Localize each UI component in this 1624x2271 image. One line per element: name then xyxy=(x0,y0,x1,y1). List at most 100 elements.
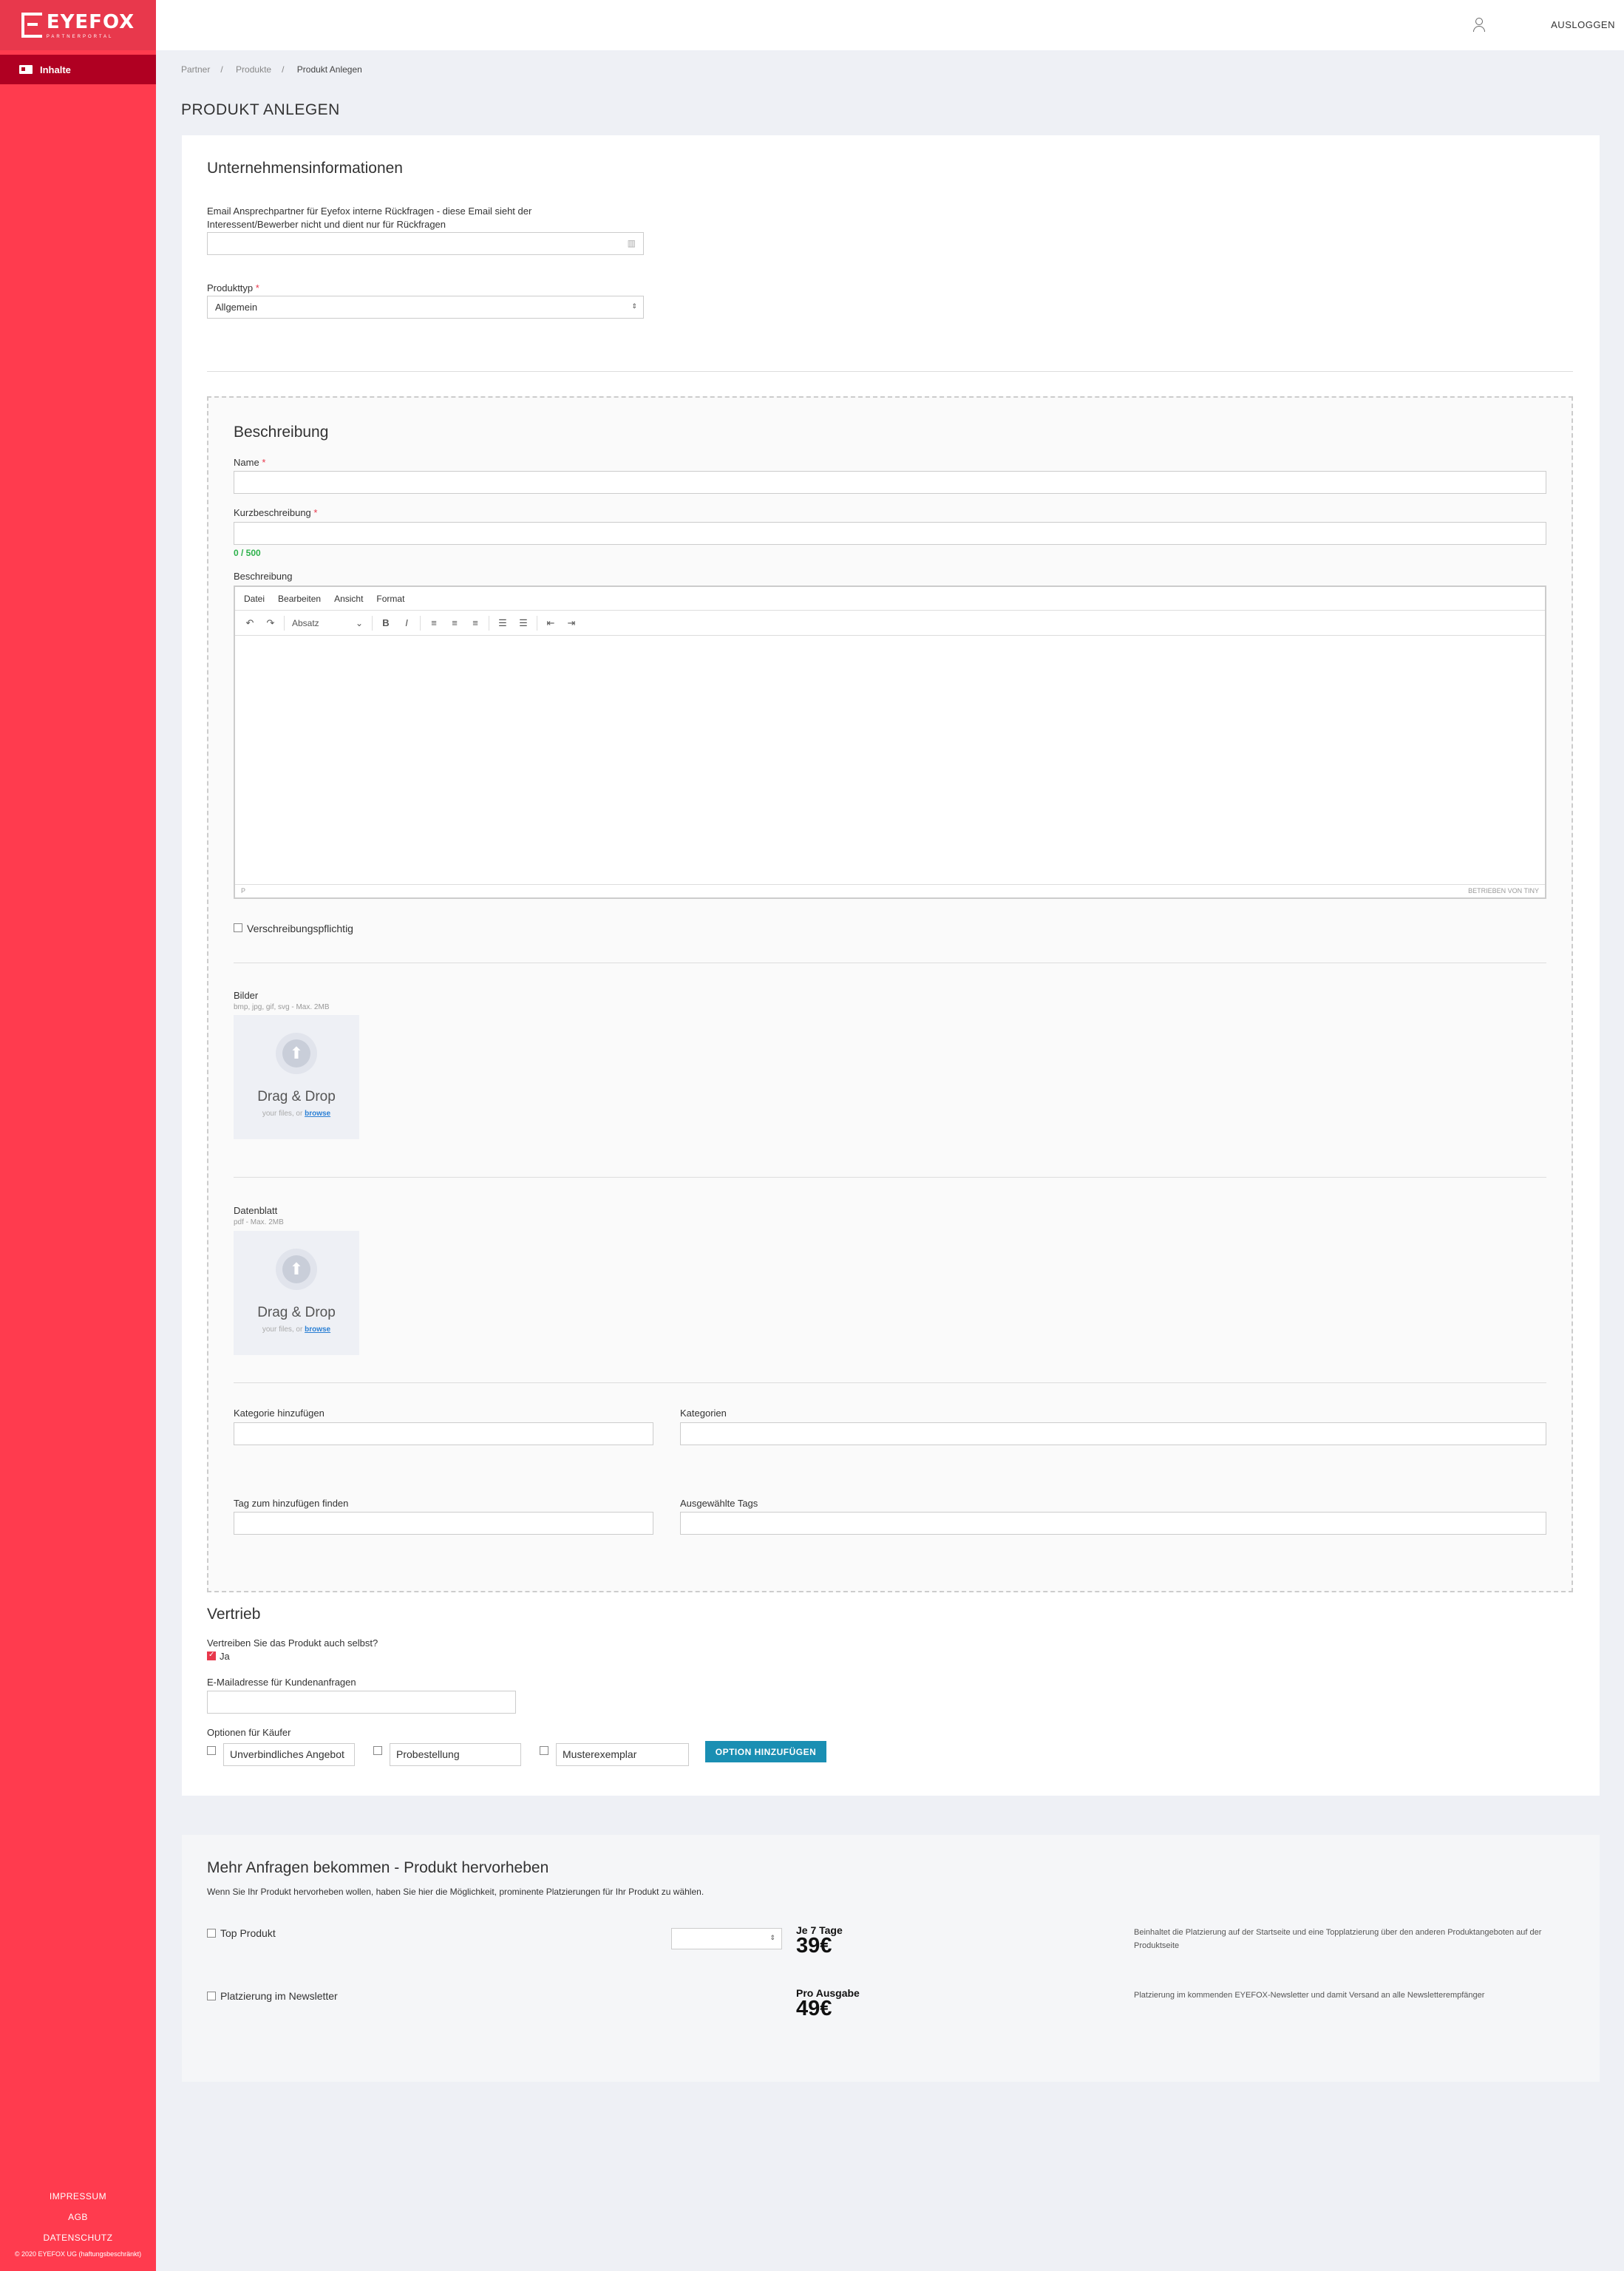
customer-email-input[interactable] xyxy=(207,1691,516,1714)
eyefox-logo-icon xyxy=(21,13,42,38)
align-right-icon[interactable]: ≡ xyxy=(465,617,486,628)
option-2-checkbox[interactable] xyxy=(373,1746,382,1755)
copyright: © 2020 EYEFOX UG (haftungsbeschränkt) xyxy=(14,2250,142,2258)
top-product-description: Beinhaltet die Platzierung auf der Start… xyxy=(1134,1928,1542,1950)
menu-format[interactable]: Format xyxy=(376,594,404,604)
breadcrumb-current: Produkt Anlegen xyxy=(296,64,362,75)
sidebar: EYEFOX PARTNERPORTAL Inhalte IMPRESSUM A… xyxy=(0,0,156,2271)
add-category-label: Kategorie hinzufügen xyxy=(234,1408,325,1419)
editor-menubar: Datei Bearbeiten Ansicht Format xyxy=(235,587,1545,611)
self-sale-yes-label: Ja xyxy=(220,1651,230,1662)
newsletter-label: Platzierung im Newsletter xyxy=(220,1990,338,2002)
rich-text-editor[interactable]: Datei Bearbeiten Ansicht Format ↶ ↷ Absa… xyxy=(234,585,1546,899)
customer-email-label: E-Mailadresse für Kundenanfragen xyxy=(207,1677,356,1688)
promo-title: Mehr Anfragen bekommen - Produkt hervorh… xyxy=(207,1859,549,1876)
contact-email-label: Email Ansprechpartner für Eyefox interne… xyxy=(207,206,532,230)
outdent-icon[interactable]: ⇤ xyxy=(540,617,561,629)
bullet-list-icon[interactable]: ☰ xyxy=(492,617,513,629)
self-sale-yes-checkbox[interactable] xyxy=(207,1651,216,1660)
page-title: PRODUKT ANLEGEN xyxy=(181,101,340,118)
breadcrumb: Partner / Produkte / Produkt Anlegen xyxy=(181,64,362,75)
prescription-checkbox[interactable] xyxy=(234,923,242,932)
short-description-label: Kurzbeschreibung * xyxy=(234,507,318,518)
align-left-icon[interactable]: ≡ xyxy=(424,617,444,628)
character-counter: 0 / 500 xyxy=(234,548,261,558)
option-2-input[interactable]: Probestellung xyxy=(390,1743,521,1766)
undo-icon[interactable]: ↶ xyxy=(239,617,260,629)
brand-name: EYEFOX xyxy=(46,11,135,33)
menu-datei[interactable]: Datei xyxy=(244,594,265,604)
sidebar-footer: IMPRESSUM AGB DATENSCHUTZ © 2020 EYEFOX … xyxy=(0,2191,156,2258)
product-type-label: Produkttyp * xyxy=(207,282,259,293)
brand-logo[interactable]: EYEFOX PARTNERPORTAL xyxy=(0,0,156,50)
selected-tags-field[interactable] xyxy=(680,1512,1546,1535)
impressum-link[interactable]: IMPRESSUM xyxy=(0,2191,156,2202)
select-arrows-icon: ⇕ xyxy=(769,1934,775,1941)
images-browse-link[interactable]: browse xyxy=(305,1110,330,1118)
upload-arrow-icon: ⬆ xyxy=(282,1255,310,1283)
datasheet-browse-link[interactable]: browse xyxy=(305,1325,330,1334)
short-description-input[interactable] xyxy=(234,522,1546,545)
brand-tagline: PARTNERPORTAL xyxy=(46,35,114,39)
block-format-select[interactable]: Absatz ⌄ xyxy=(288,618,369,628)
images-hint: bmp, jpg, gif, svg - Max. 2MB xyxy=(234,1003,330,1011)
align-center-icon[interactable]: ≡ xyxy=(444,617,465,628)
self-sale-question: Vertreiben Sie das Produkt auch selbst? xyxy=(207,1637,378,1649)
images-label: Bilder xyxy=(234,990,259,1001)
menu-bearbeiten[interactable]: Bearbeiten xyxy=(278,594,321,604)
datasheet-hint: pdf - Max. 2MB xyxy=(234,1218,284,1226)
description-area xyxy=(207,396,1573,1592)
indent-icon[interactable]: ⇥ xyxy=(561,617,582,629)
divider xyxy=(234,1177,1546,1178)
editor-statusbar: P BETRIEBEN VON TINY xyxy=(235,884,1545,897)
description-section-title: Beschreibung xyxy=(234,424,329,441)
italic-icon[interactable]: I xyxy=(396,617,417,628)
logout-button[interactable]: AUSLOGGEN xyxy=(1551,19,1615,30)
datenschutz-link[interactable]: DATENSCHUTZ xyxy=(0,2233,156,2243)
option-1-input[interactable]: Unverbindliches Angebot xyxy=(223,1743,355,1766)
topbar: AUSLOGGEN xyxy=(156,0,1624,50)
name-input[interactable] xyxy=(234,471,1546,494)
option-1-checkbox[interactable] xyxy=(207,1746,216,1755)
newsletter-checkbox[interactable] xyxy=(207,1992,216,2000)
sales-section-title: Vertrieb xyxy=(207,1606,261,1623)
datasheet-label: Datenblatt xyxy=(234,1205,278,1216)
redo-icon[interactable]: ↷ xyxy=(260,617,281,629)
add-option-button[interactable]: OPTION HINZUFÜGEN xyxy=(705,1741,826,1762)
categories-label: Kategorien xyxy=(680,1408,727,1419)
user-icon[interactable] xyxy=(1473,18,1485,32)
add-category-input[interactable] xyxy=(234,1422,653,1445)
numbered-list-icon[interactable]: ☰ xyxy=(513,617,534,629)
newsletter-price: 49€ xyxy=(796,1997,832,2020)
top-product-label: Top Produkt xyxy=(220,1927,276,1939)
clear-icon[interactable]: ▥ xyxy=(628,238,636,248)
sidebar-item-inhalte[interactable]: Inhalte xyxy=(0,55,156,84)
divider xyxy=(207,371,1573,372)
breadcrumb-produkte[interactable]: Produkte xyxy=(236,64,271,75)
find-tag-input[interactable] xyxy=(234,1512,653,1535)
name-label: Name * xyxy=(234,457,266,468)
images-dropzone[interactable]: ⬆ Drag & Drop your files, or browse xyxy=(234,1015,359,1139)
contact-email-input[interactable]: ▥ xyxy=(207,232,644,255)
upload-arrow-icon: ⬆ xyxy=(282,1039,310,1067)
newsletter-description: Platzierung im kommenden EYEFOX-Newslett… xyxy=(1134,1991,1485,2000)
company-section-title: Unternehmensinformationen xyxy=(207,160,403,177)
breadcrumb-partner[interactable]: Partner xyxy=(181,64,210,75)
menu-ansicht[interactable]: Ansicht xyxy=(334,594,363,604)
sidebar-item-label: Inhalte xyxy=(40,64,71,75)
editor-branding[interactable]: BETRIEBEN VON TINY xyxy=(1468,887,1539,895)
agb-link[interactable]: AGB xyxy=(0,2212,156,2222)
top-product-duration-select[interactable]: ⇕ xyxy=(671,1928,782,1949)
datasheet-dropzone[interactable]: ⬆ Drag & Drop your files, or browse xyxy=(234,1231,359,1355)
find-tag-label: Tag zum hinzufügen finden xyxy=(234,1498,349,1509)
option-3-checkbox[interactable] xyxy=(540,1746,548,1755)
bold-icon[interactable]: B xyxy=(376,617,396,628)
option-3-input[interactable]: Musterexemplar xyxy=(556,1743,689,1766)
content-icon xyxy=(19,65,33,74)
product-type-select[interactable]: Allgemein ⇕ xyxy=(207,296,644,319)
promo-subtitle: Wenn Sie Ihr Produkt hervorheben wollen,… xyxy=(207,1887,704,1897)
prescription-label: Verschreibungspflichtig xyxy=(247,923,353,934)
select-arrows-icon: ⇕ xyxy=(631,302,637,310)
top-product-checkbox[interactable] xyxy=(207,1929,216,1938)
categories-field[interactable] xyxy=(680,1422,1546,1445)
